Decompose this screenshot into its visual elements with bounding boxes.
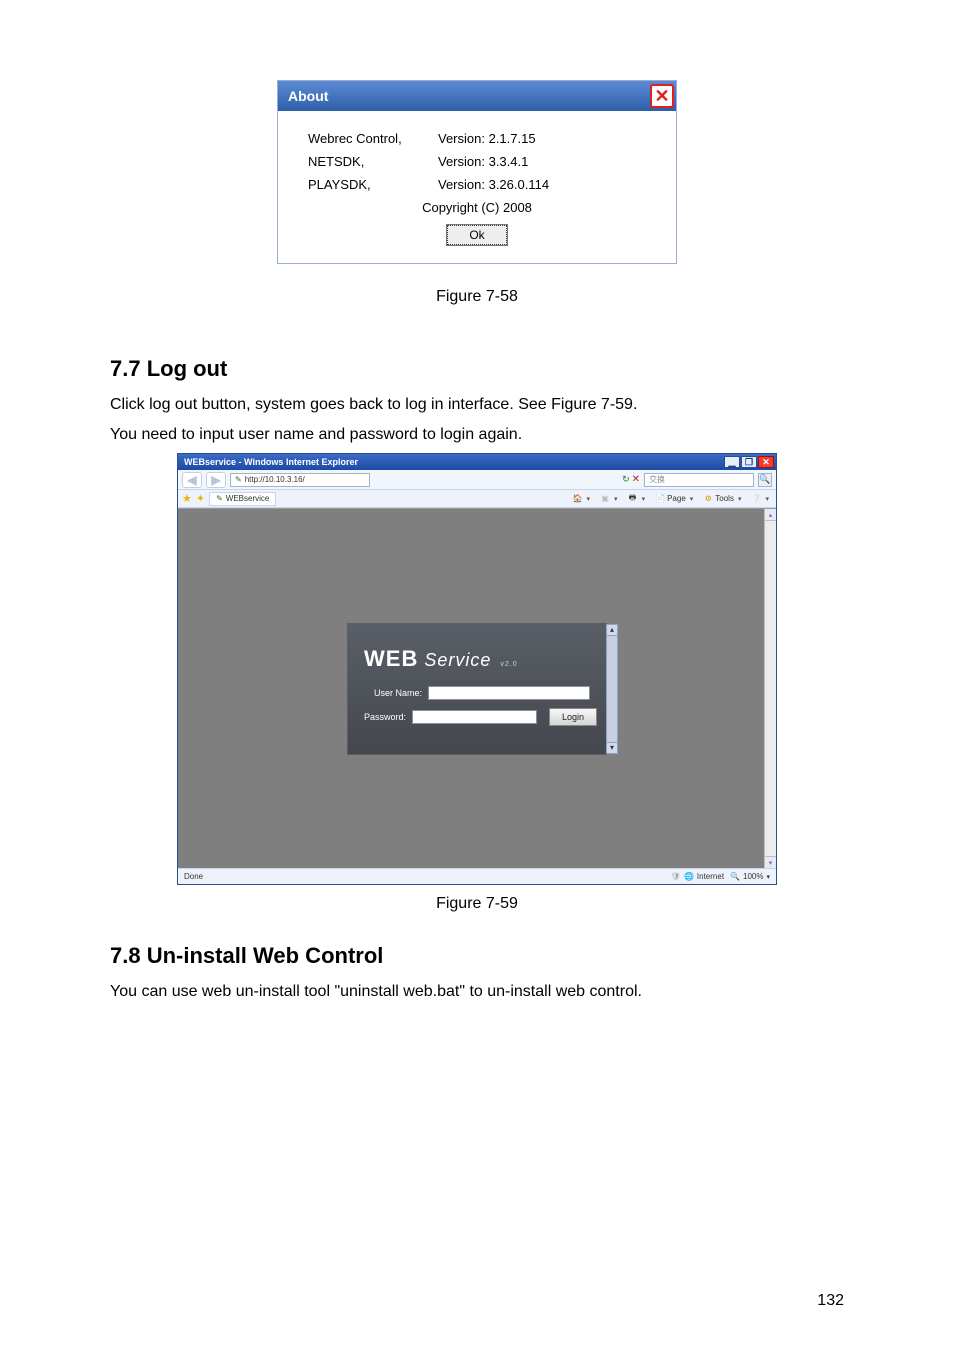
address-url: http://10.10.3.16/ xyxy=(245,475,305,484)
tools-menu-button[interactable]: ⚙Tools xyxy=(700,494,744,504)
about-dialog: About ✕ Webrec Control, Version: 2.1.7.1… xyxy=(277,80,677,264)
search-go-button[interactable]: 🔍 xyxy=(758,473,772,487)
scroll-down-icon[interactable]: ▾ xyxy=(606,742,618,754)
back-button[interactable]: ◀ xyxy=(182,472,202,488)
refresh-icon[interactable]: ↻ xyxy=(622,474,630,485)
browser-toolbar: ★ ✦ ✎ WEBservice 🏠 ▣ 🖶 📄Page ⚙Tools ❔ xyxy=(178,490,776,508)
search-input[interactable]: 交换 xyxy=(644,473,754,487)
password-row: Password: Login xyxy=(364,708,590,726)
username-label: User Name: xyxy=(364,688,422,698)
shield-icon: 🛡 xyxy=(671,872,681,881)
toolbar-page-label: Page xyxy=(667,494,686,503)
logo-web: WEB xyxy=(364,646,418,671)
about-row-name: Webrec Control, xyxy=(308,131,438,146)
page-icon: ✎ xyxy=(216,494,223,503)
home-button[interactable]: 🏠 xyxy=(570,494,594,504)
help-button[interactable]: ❔ xyxy=(748,494,772,504)
close-icon[interactable]: ✕ xyxy=(758,456,774,468)
zoom-control[interactable]: 🔍 100% ▾ xyxy=(730,872,770,881)
address-bar[interactable]: ✎ http://10.10.3.16/ xyxy=(230,473,370,487)
about-titlebar: About ✕ xyxy=(278,81,676,111)
login-button[interactable]: Login xyxy=(549,708,597,726)
body-paragraph: You can use web un-install tool "uninsta… xyxy=(110,979,844,1005)
zone-label: Internet xyxy=(697,872,724,881)
browser-window: WEBservice - Windows Internet Explorer ▁… xyxy=(177,453,777,885)
tab-label: WEBservice xyxy=(226,494,270,503)
about-row-name: PLAYSDK, xyxy=(308,177,438,192)
page-scrollbar[interactable]: ▴ ▾ xyxy=(764,509,776,868)
stop-icon[interactable]: ✕ xyxy=(632,474,640,485)
about-row-version: Version: 2.1.7.15 xyxy=(438,131,536,146)
zoom-value: 100% xyxy=(743,872,763,881)
scroll-up-icon[interactable]: ▴ xyxy=(765,509,776,521)
about-row-webrec: Webrec Control, Version: 2.1.7.15 xyxy=(308,131,646,146)
browser-tab[interactable]: ✎ WEBservice xyxy=(209,492,276,506)
page-menu-button[interactable]: 📄Page xyxy=(652,494,696,504)
page-icon: 📄 xyxy=(655,494,665,504)
close-icon[interactable]: ✕ xyxy=(650,84,674,108)
figure-caption-7-58: Figure 7-58 xyxy=(110,288,844,306)
about-row-version: Version: 3.3.4.1 xyxy=(438,154,528,169)
scroll-track[interactable] xyxy=(606,636,618,742)
password-input[interactable] xyxy=(412,710,537,724)
section-heading-7-7: 7.7 Log out xyxy=(110,356,844,382)
page-icon: ✎ xyxy=(235,475,242,484)
page-number: 132 xyxy=(817,1292,844,1310)
logo-version: v2.0 xyxy=(500,661,517,668)
home-icon: 🏠 xyxy=(573,494,583,504)
login-scrollbar[interactable]: ▴ ▾ xyxy=(606,624,618,754)
minimize-icon[interactable]: ▁ xyxy=(724,456,740,468)
status-text: Done xyxy=(184,872,203,881)
zoom-icon: 🔍 xyxy=(730,872,740,881)
username-row: User Name: xyxy=(364,686,590,700)
chevron-down-icon: ▾ xyxy=(766,873,770,881)
print-icon: 🖶 xyxy=(628,494,638,504)
browser-content: WEB Service v2.0 User Name: Password: Lo… xyxy=(178,508,776,868)
about-copyright: Copyright (C) 2008 xyxy=(308,200,646,215)
about-title: About xyxy=(288,88,328,104)
gear-icon: ⚙ xyxy=(703,494,713,504)
figure-caption-7-59: Figure 7-59 xyxy=(110,895,844,913)
logo-service: Service xyxy=(424,650,491,670)
password-label: Password: xyxy=(364,712,406,722)
username-input[interactable] xyxy=(428,686,590,700)
security-zone: 🛡 🌐 Internet xyxy=(671,872,724,881)
window-title: WEBservice - Windows Internet Explorer xyxy=(184,457,358,467)
about-body: Webrec Control, Version: 2.1.7.15 NETSDK… xyxy=(278,111,676,263)
section-heading-7-8: 7.8 Un-install Web Control xyxy=(110,943,844,969)
ok-button[interactable]: Ok xyxy=(447,225,507,245)
status-bar: Done 🛡 🌐 Internet 🔍 100% ▾ xyxy=(178,868,776,884)
feeds-button[interactable]: ▣ xyxy=(597,494,621,504)
scroll-down-icon[interactable]: ▾ xyxy=(765,856,776,868)
scroll-up-icon[interactable]: ▴ xyxy=(606,624,618,636)
browser-nav-bar: ◀ ▶ ✎ http://10.10.3.16/ ↻ ✕ 交换 🔍 xyxy=(178,470,776,490)
add-favorite-icon[interactable]: ✦ xyxy=(196,492,205,505)
scroll-track[interactable] xyxy=(765,521,776,856)
print-button[interactable]: 🖶 xyxy=(625,494,649,504)
about-row-playsdk: PLAYSDK, Version: 3.26.0.114 xyxy=(308,177,646,192)
web-login-panel: WEB Service v2.0 User Name: Password: Lo… xyxy=(347,623,607,755)
about-row-version: Version: 3.26.0.114 xyxy=(438,177,549,192)
maximize-icon[interactable]: ❐ xyxy=(741,456,757,468)
forward-button[interactable]: ▶ xyxy=(206,472,226,488)
globe-icon: 🌐 xyxy=(684,872,694,881)
favorites-icon[interactable]: ★ xyxy=(182,492,192,505)
about-row-name: NETSDK, xyxy=(308,154,438,169)
body-paragraph: Click log out button, system goes back t… xyxy=(110,392,844,418)
browser-titlebar: WEBservice - Windows Internet Explorer ▁… xyxy=(178,454,776,470)
body-paragraph: You need to input user name and password… xyxy=(110,422,844,448)
toolbar-tools-label: Tools xyxy=(715,494,734,503)
about-row-netsdk: NETSDK, Version: 3.3.4.1 xyxy=(308,154,646,169)
help-icon: ❔ xyxy=(751,494,761,504)
web-service-logo: WEB Service v2.0 xyxy=(364,646,590,672)
rss-icon: ▣ xyxy=(600,494,610,504)
